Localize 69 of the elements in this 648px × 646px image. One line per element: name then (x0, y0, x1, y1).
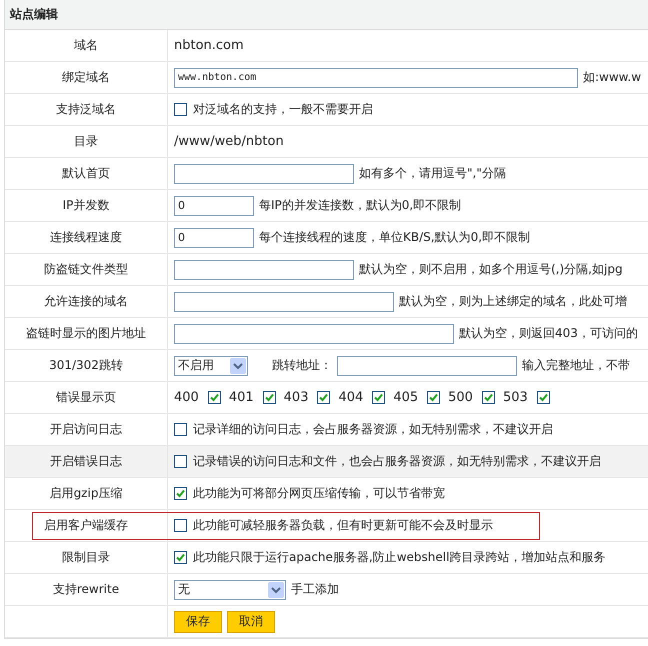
option-label: 此功能可减轻服务器负载，但有时更新可能不会及时显示 (193, 517, 493, 534)
checkbox[interactable] (262, 391, 276, 404)
hint-text: 手工添加 (291, 581, 339, 598)
status-code: 401 (228, 390, 254, 405)
checkbox[interactable] (174, 455, 187, 468)
input-field[interactable] (174, 260, 354, 280)
field-label: 启用客户端缓存 (44, 517, 128, 534)
hint-text: 默认为空，则不启用，如多个用逗号(,)分隔,如jpg (359, 261, 623, 278)
checkbox[interactable] (372, 391, 386, 404)
status-code: 503 (502, 390, 528, 405)
checkbox[interactable] (208, 391, 221, 404)
option-label: 此功能为可将部分网页压缩传输，可以节省带宽 (193, 485, 445, 502)
field-label: 支持rewrite (52, 581, 120, 598)
field-label: 默认首页 (62, 165, 110, 182)
field-label: 限制目录 (62, 549, 110, 566)
option-label: 记录详细的访问日志，会占服务器资源，如无特别需求，不建议开启 (193, 421, 553, 438)
field-label: 301/302跳转 (49, 357, 123, 374)
input-field[interactable]: 0 (174, 228, 254, 248)
option-label: 记录错误的访问日志和文件，也会占服务器资源，如无特别需求，不建议开启 (193, 453, 601, 470)
status-code: 405 (393, 390, 418, 405)
hint-text: 如:www.w (583, 69, 642, 86)
field-label: 绑定域名 (62, 69, 110, 86)
form-button[interactable]: 保存 (174, 610, 222, 632)
field-label: 域名 (74, 37, 98, 54)
field-label: 防盗链文件类型 (44, 261, 128, 278)
field-label: 目录 (74, 133, 98, 150)
panel-title: 站点编辑 (10, 6, 58, 23)
checkbox[interactable] (536, 391, 550, 404)
checkbox[interactable] (317, 391, 330, 404)
field-label: 盗链时显示的图片地址 (26, 325, 146, 342)
field-label: 开启错误日志 (50, 453, 122, 470)
checkbox[interactable] (174, 551, 187, 564)
status-code: 400 (174, 390, 199, 405)
option-label: 对泛域名的支持，一般不需要开启 (193, 101, 373, 118)
field-label: 错误显示页 (56, 389, 116, 406)
field-label: 开启访问日志 (50, 421, 122, 438)
field-label: 支持泛域名 (56, 101, 116, 118)
checkbox[interactable] (174, 423, 187, 436)
option-label: 此功能只限于运行apache服务器,防止webshell跨目录跨站，增加站点和服务 (193, 549, 606, 566)
checkbox[interactable] (174, 519, 187, 532)
input-field[interactable] (174, 292, 394, 312)
form-button[interactable]: 取消 (227, 610, 275, 632)
field-label: 跳转地址： (272, 357, 332, 374)
checkbox[interactable] (174, 487, 187, 500)
field-label: 连接线程速度 (50, 229, 122, 246)
status-code: 403 (284, 390, 308, 405)
hint-text: 输入完整地址，不带 (522, 357, 630, 374)
hint-text: 如有多个，请用逗号","分隔 (359, 165, 506, 182)
input-field[interactable]: 0 (174, 196, 254, 216)
redirect-select[interactable]: 不启用 (174, 356, 248, 376)
field-label: 允许连接的域名 (44, 293, 128, 310)
hint-text: 每IP的并发连接数，默认为0,即不限制 (259, 197, 462, 214)
hint-text: 默认为空，则返回403，可访问的 (459, 325, 638, 342)
checkbox[interactable] (482, 391, 495, 404)
hint-text: 每个连接线程的速度，单位KB/S,默认为0,即不限制 (259, 229, 530, 246)
checkbox[interactable] (174, 103, 187, 116)
input-field[interactable] (337, 356, 517, 376)
input-field[interactable]: www.nbton.com (174, 68, 578, 88)
hint-text: 默认为空，则为上述绑定的域名，此处可增 (399, 293, 627, 310)
rewrite-select[interactable]: 无 (174, 580, 286, 600)
field-label: IP并发数 (62, 197, 110, 214)
field-value: nbton.com (174, 38, 244, 53)
field-label: 启用gzip压缩 (50, 485, 122, 502)
status-code: 500 (448, 390, 473, 405)
status-code: 404 (338, 390, 364, 405)
checkbox[interactable] (427, 391, 440, 404)
input-field[interactable] (174, 324, 454, 344)
field-value: /www/web/nbton (174, 134, 284, 149)
input-field[interactable] (174, 164, 354, 184)
